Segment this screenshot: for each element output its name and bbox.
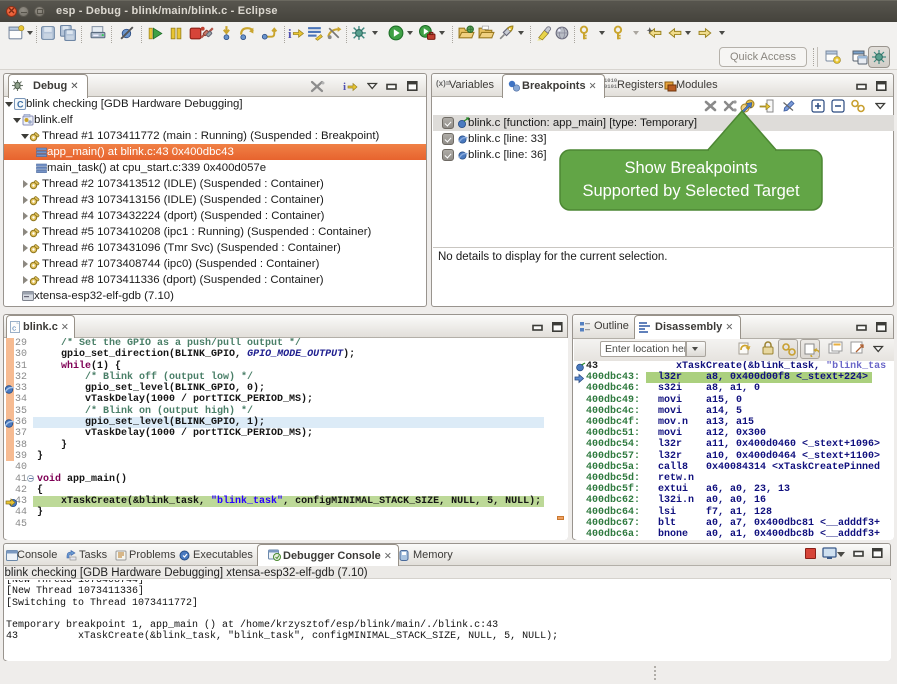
svg-text:i: i bbox=[288, 27, 292, 41]
svg-text:c: c bbox=[12, 326, 17, 334]
svg-text:i: i bbox=[343, 81, 346, 92]
svg-text:Show Breakpoints: Show Breakpoints bbox=[625, 159, 758, 177]
svg-text:C: C bbox=[17, 100, 24, 110]
svg-text:Supported by Selected Target: Supported by Selected Target bbox=[582, 182, 800, 200]
